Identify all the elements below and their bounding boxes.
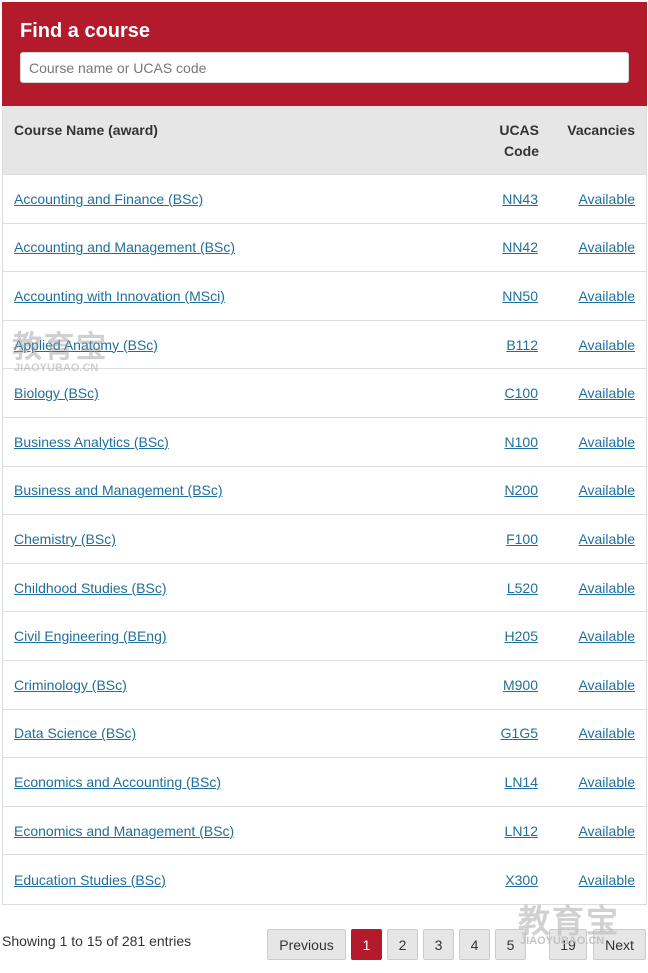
vacancies-link[interactable]: Available [578,725,635,741]
table-row: Accounting and Management (BSc) NN42 Avail… [3,224,646,273]
course-name-link[interactable]: Economics and Management (BSc) [14,823,234,839]
course-name-link[interactable]: Childhood Studies (BSc) [14,580,167,596]
course-name-link[interactable]: Business Analytics (BSc) [14,434,169,450]
vacancies-link[interactable]: Available [578,482,635,498]
course-name-link[interactable]: Education Studies (BSc) [14,872,166,888]
table-row: Biology (BSc) C100 Available [3,369,646,418]
vacancies-link[interactable]: Available [578,191,635,207]
ucas-code-link[interactable]: H205 [505,628,538,644]
ucas-code-link[interactable]: NN43 [502,191,538,207]
table-row: Applied Anatomy (BSc) B112 Available [3,321,646,370]
vacancies-link[interactable]: Available [578,434,635,450]
table-row: Civil Engineering (BEng) H205 Available [3,612,646,661]
column-header-ucas-line1: UCAS [499,122,539,138]
course-name-link[interactable]: Business and Management (BSc) [14,482,223,498]
ucas-code-link[interactable]: B112 [506,337,538,353]
column-header-ucas-line2: Code [504,143,539,159]
ucas-code-link[interactable]: N200 [505,482,538,498]
ucas-code-link[interactable]: F100 [506,531,538,547]
vacancies-link[interactable]: Available [578,628,635,644]
vacancies-link[interactable]: Available [578,872,635,888]
course-table: Course Name (award) UCAS Code Vacancies … [2,106,647,905]
course-name-link[interactable]: Civil Engineering (BEng) [14,628,167,644]
table-row: Economics and Management (BSc) LN12 Availa… [3,807,646,856]
column-header-ucas-code[interactable]: UCAS Code [481,120,539,162]
pagination-page-4[interactable]: 4 [459,929,490,960]
ucas-code-link[interactable]: N100 [505,434,538,450]
vacancies-link[interactable]: Available [578,385,635,401]
course-name-link[interactable]: Accounting with Innovation (MSci) [14,288,225,304]
table-row: Accounting and Finance (BSc) NN43 Availabl… [3,175,646,224]
pagination-page-19[interactable]: 19 [549,929,587,960]
vacancies-link[interactable]: Available [578,531,635,547]
course-name-link[interactable]: Accounting and Management (BSc) [14,239,235,255]
table-header: Course Name (award) UCAS Code Vacancies [3,106,646,175]
pagination-page-5[interactable]: 5 [495,929,526,960]
ucas-code-link[interactable]: G1G5 [501,725,538,741]
course-search-input[interactable] [20,52,629,83]
ucas-code-link[interactable]: NN50 [502,288,538,304]
column-header-course-name[interactable]: Course Name (award) [14,120,158,141]
pagination-next-button[interactable]: Next [593,929,646,960]
column-header-vacancies[interactable]: Vacancies [567,120,635,141]
pagination-previous-button[interactable]: Previous [267,929,346,960]
course-name-link[interactable]: Accounting and Finance (BSc) [14,191,203,207]
table-row: Data Science (BSc) G1G5 Available [3,710,646,759]
table-row: Childhood Studies (BSc) L520 Available [3,564,646,613]
table-body: Accounting and Finance (BSc) NN43 Availabl… [3,175,646,904]
vacancies-link[interactable]: Available [578,580,635,596]
course-name-link[interactable]: Economics and Accounting (BSc) [14,774,221,790]
table-row: Business and Management (BSc) N200 Availab… [3,467,646,516]
vacancies-link[interactable]: Available [578,239,635,255]
vacancies-link[interactable]: Available [578,677,635,693]
ucas-code-link[interactable]: X300 [505,872,538,888]
vacancies-link[interactable]: Available [578,337,635,353]
table-row: Criminology (BSc) M900 Available [3,661,646,710]
ucas-code-link[interactable]: M900 [503,677,538,693]
ucas-code-link[interactable]: NN42 [502,239,538,255]
page-title: Find a course [20,20,151,42]
ucas-code-link[interactable]: LN12 [505,823,538,839]
table-row: Accounting with Innovation (MSci) NN50 Ava… [3,272,646,321]
vacancies-link[interactable]: Available [578,774,635,790]
table-row: Chemistry (BSc) F100 Available [3,515,646,564]
vacancies-link[interactable]: Available [578,823,635,839]
ucas-code-link[interactable]: C100 [505,385,538,401]
course-name-link[interactable]: Biology (BSc) [14,385,99,401]
table-row: Education Studies (BSc) X300 Available [3,855,646,904]
pagination-page-2[interactable]: 2 [387,929,418,960]
ucas-code-link[interactable]: L520 [507,580,538,596]
table-row: Business Analytics (BSc) N100 Available [3,418,646,467]
entries-info: Showing 1 to 15 of 281 entries [2,933,192,949]
find-course-header: Find a course [2,2,647,106]
ucas-code-link[interactable]: LN14 [505,774,538,790]
course-name-link[interactable]: Criminology (BSc) [14,677,127,693]
table-row: Economics and Accounting (BSc) LN14 Availa… [3,758,646,807]
pagination-page-1[interactable]: 1 [351,929,382,960]
course-name-link[interactable]: Applied Anatomy (BSc) [14,337,158,353]
pagination-page-3[interactable]: 3 [423,929,454,960]
vacancies-link[interactable]: Available [578,288,635,304]
course-name-link[interactable]: Data Science (BSc) [14,725,136,741]
course-name-link[interactable]: Chemistry (BSc) [14,531,116,547]
